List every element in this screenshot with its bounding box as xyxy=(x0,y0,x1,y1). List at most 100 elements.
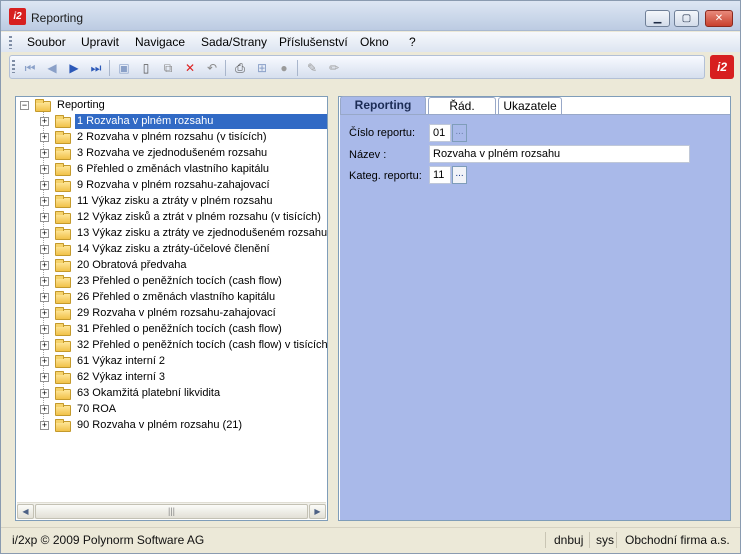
tree-item[interactable]: +31 Přehled o peněžních tocích (cash flo… xyxy=(40,322,326,337)
expand-icon[interactable]: + xyxy=(40,325,49,334)
expand-icon[interactable]: + xyxy=(40,293,49,302)
menu-soubor[interactable]: Soubor xyxy=(27,35,66,49)
tree-item[interactable]: +29 Rozvaha v plném rozsahu-zahajovací xyxy=(40,306,326,321)
save-icon[interactable]: ▣ xyxy=(116,60,132,76)
window-title: Reporting xyxy=(31,11,84,25)
tab-reporting[interactable]: Reporting xyxy=(340,96,426,114)
menu-navigace[interactable]: Navigace xyxy=(135,35,185,49)
cislo-reportu-input[interactable]: 01 xyxy=(429,124,451,142)
toolbar-grip-icon[interactable] xyxy=(12,60,15,73)
expand-icon[interactable]: + xyxy=(40,165,49,174)
tree-item[interactable]: +20 Obratová předvaha xyxy=(40,258,326,273)
tree-item[interactable]: +61 Výkaz interní 2 xyxy=(40,354,326,369)
tree-item[interactable]: +23 Přehled o peněžních tocích (cash flo… xyxy=(40,274,326,289)
expand-icon[interactable]: + xyxy=(40,389,49,398)
folder-icon xyxy=(55,339,71,352)
new-icon[interactable]: ▯ xyxy=(138,60,154,76)
report-tree[interactable]: − Reporting +1 Rozvaha v plném rozsahu +2… xyxy=(15,96,328,521)
tree-item[interactable]: +2 Rozvaha v plném rozsahu (v tisících) xyxy=(40,130,326,145)
tree-item[interactable]: +32 Přehled o peněžních tocích (cash flo… xyxy=(40,338,328,353)
cislo-reportu-lookup-button[interactable]: ... xyxy=(452,124,467,142)
structure-icon[interactable]: ⊞ xyxy=(254,60,270,76)
tree-item[interactable]: +1 Rozvaha v plném rozsahu xyxy=(40,114,327,129)
tree-item[interactable]: +70 ROA xyxy=(40,402,326,417)
tree-item[interactable]: +11 Výkaz zisku a ztráty v plném rozsahu xyxy=(40,194,326,209)
expand-icon[interactable]: + xyxy=(40,213,49,222)
last-record-icon[interactable]: ⏭ xyxy=(88,60,104,76)
tree-item[interactable]: +90 Rozvaha v plném rozsahu (21) xyxy=(40,418,326,433)
menu-help[interactable]: ? xyxy=(409,35,416,49)
horizontal-scrollbar[interactable]: ◀ ||| ▶ xyxy=(17,502,326,519)
collapse-icon[interactable]: − xyxy=(20,101,29,110)
menu-okno[interactable]: Okno xyxy=(360,35,389,49)
prev-record-icon[interactable]: ◀ xyxy=(44,60,60,76)
tab-rad-reportu[interactable]: Řád. reportu xyxy=(428,97,496,129)
expand-icon[interactable]: + xyxy=(40,149,49,158)
status-separator xyxy=(589,532,590,548)
menu-upravit[interactable]: Upravit xyxy=(81,35,119,49)
scroll-left-icon[interactable]: ◀ xyxy=(17,504,34,519)
expand-icon[interactable]: + xyxy=(40,117,49,126)
maximize-button[interactable]: ▢ xyxy=(674,10,699,27)
folder-icon xyxy=(55,211,71,224)
expand-icon[interactable]: + xyxy=(40,341,49,350)
tree-item-label: 90 Rozvaha v plném rozsahu (21) xyxy=(77,419,243,431)
edit-alt-icon[interactable]: ✏ xyxy=(326,60,342,76)
delete-icon[interactable]: ✕ xyxy=(182,60,198,76)
expand-icon[interactable]: + xyxy=(40,181,49,190)
scroll-thumb[interactable]: ||| xyxy=(35,504,308,519)
expand-icon[interactable]: + xyxy=(40,421,49,430)
minimize-button[interactable]: ▁ xyxy=(645,10,670,27)
tree-item-label: 32 Přehled o peněžních tocích (cash flow… xyxy=(77,339,328,351)
print-icon[interactable]: ⎙ xyxy=(232,60,248,76)
folder-icon xyxy=(55,147,71,160)
undo-icon[interactable]: ↶ xyxy=(204,60,220,76)
tree-item-label: 29 Rozvaha v plném rozsahu-zahajovací xyxy=(77,307,276,319)
expand-icon[interactable]: + xyxy=(40,357,49,366)
expand-icon[interactable]: + xyxy=(40,197,49,206)
tree-item[interactable]: +26 Přehled o změnách vlastního kapitálu xyxy=(40,290,326,305)
expand-icon[interactable]: + xyxy=(40,373,49,382)
tree-item-label: 11 Výkaz zisku a ztráty v plném rozsahu xyxy=(77,195,273,207)
tree-item[interactable]: +62 Výkaz interní 3 xyxy=(40,370,326,385)
expand-icon[interactable]: + xyxy=(40,133,49,142)
menu-sada-strany[interactable]: Sada/Strany xyxy=(201,35,267,49)
expand-icon[interactable]: + xyxy=(40,261,49,270)
next-record-icon[interactable]: ▶ xyxy=(66,60,82,76)
folder-icon xyxy=(55,115,71,128)
tree-item[interactable]: +6 Přehled o změnách vlastního kapitálu xyxy=(40,162,326,177)
expand-icon[interactable]: + xyxy=(40,405,49,414)
tree-item-label: 3 Rozvaha ve zjednodušeném rozsahu xyxy=(77,147,268,159)
tree-item[interactable]: +13 Výkaz zisku a ztráty ve zjednodušené… xyxy=(40,226,327,241)
tree-item[interactable]: +12 Výkaz zisků a ztrát v plném rozsahu … xyxy=(40,210,326,225)
kateg-reportu-input[interactable]: 11 xyxy=(429,166,451,184)
tree-item[interactable]: +9 Rozvaha v plném rozsahu-zahajovací xyxy=(40,178,326,193)
expand-icon[interactable]: + xyxy=(40,309,49,318)
copy-icon[interactable]: ⧉ xyxy=(160,60,176,76)
tree-item-label: 9 Rozvaha v plném rozsahu-zahajovací xyxy=(77,179,270,191)
expand-icon[interactable]: + xyxy=(40,229,49,238)
tree-item[interactable]: +14 Výkaz zisku a ztráty-účelové členění xyxy=(40,242,326,257)
kateg-reportu-lookup-button[interactable]: ... xyxy=(452,166,467,184)
scroll-right-icon[interactable]: ▶ xyxy=(309,504,326,519)
disabled-icon[interactable]: ● xyxy=(276,60,292,76)
tree-item[interactable]: +63 Okamžitá platební likvidita xyxy=(40,386,326,401)
tree-item-label: 26 Přehled o změnách vlastního kapitálu xyxy=(77,291,276,303)
menubar-grip-icon[interactable] xyxy=(9,36,12,49)
close-button[interactable]: ✕ xyxy=(705,10,733,27)
expand-icon[interactable]: + xyxy=(40,277,49,286)
nazev-input[interactable]: Rozvaha v plném rozsahu xyxy=(429,145,690,163)
tab-ukazatele[interactable]: Ukazatele xyxy=(498,97,562,114)
expand-icon[interactable]: + xyxy=(40,245,49,254)
folder-icon xyxy=(55,291,71,304)
first-record-icon[interactable]: ⏮ xyxy=(22,60,38,76)
folder-icon xyxy=(55,163,71,176)
folder-icon xyxy=(55,259,71,272)
tree-root[interactable]: − Reporting xyxy=(20,98,320,113)
title-bar[interactable]: i2 Reporting ▁ ▢ ✕ xyxy=(1,1,740,31)
tree-item-label: 63 Okamžitá platební likvidita xyxy=(77,387,221,399)
edit-icon[interactable]: ✎ xyxy=(304,60,320,76)
menu-prislusenstvi[interactable]: Příslušenství xyxy=(279,35,348,49)
tree-item[interactable]: +3 Rozvaha ve zjednodušeném rozsahu xyxy=(40,146,326,161)
toolbar-separator xyxy=(297,60,298,76)
